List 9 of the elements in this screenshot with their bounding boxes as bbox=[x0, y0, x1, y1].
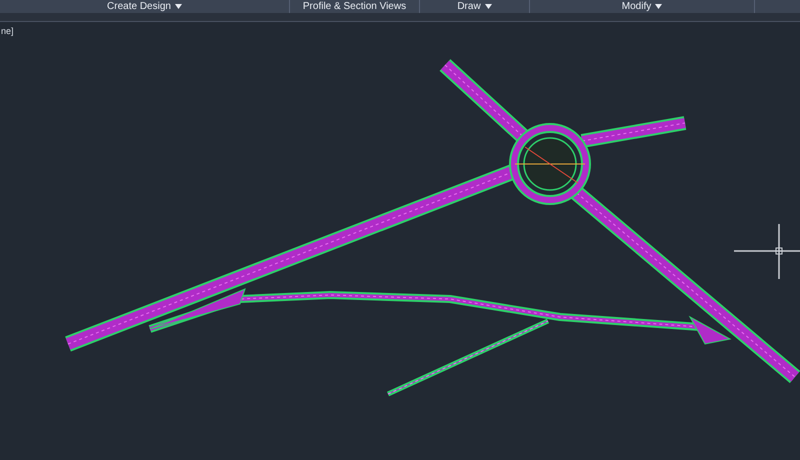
panel-title[interactable]: Profile & Section Views bbox=[302, 0, 406, 13]
caret-icon[interactable] bbox=[655, 4, 662, 9]
panel-title[interactable]: Modify bbox=[622, 0, 652, 13]
panel-title[interactable]: Create Design bbox=[107, 0, 171, 13]
caret-icon[interactable] bbox=[174, 4, 182, 9]
viewport-label[interactable]: ne] bbox=[1, 25, 14, 38]
panel-title[interactable]: Draw bbox=[457, 0, 481, 13]
caret-icon[interactable] bbox=[484, 4, 492, 9]
crosshair-cursor-icon bbox=[734, 224, 800, 279]
